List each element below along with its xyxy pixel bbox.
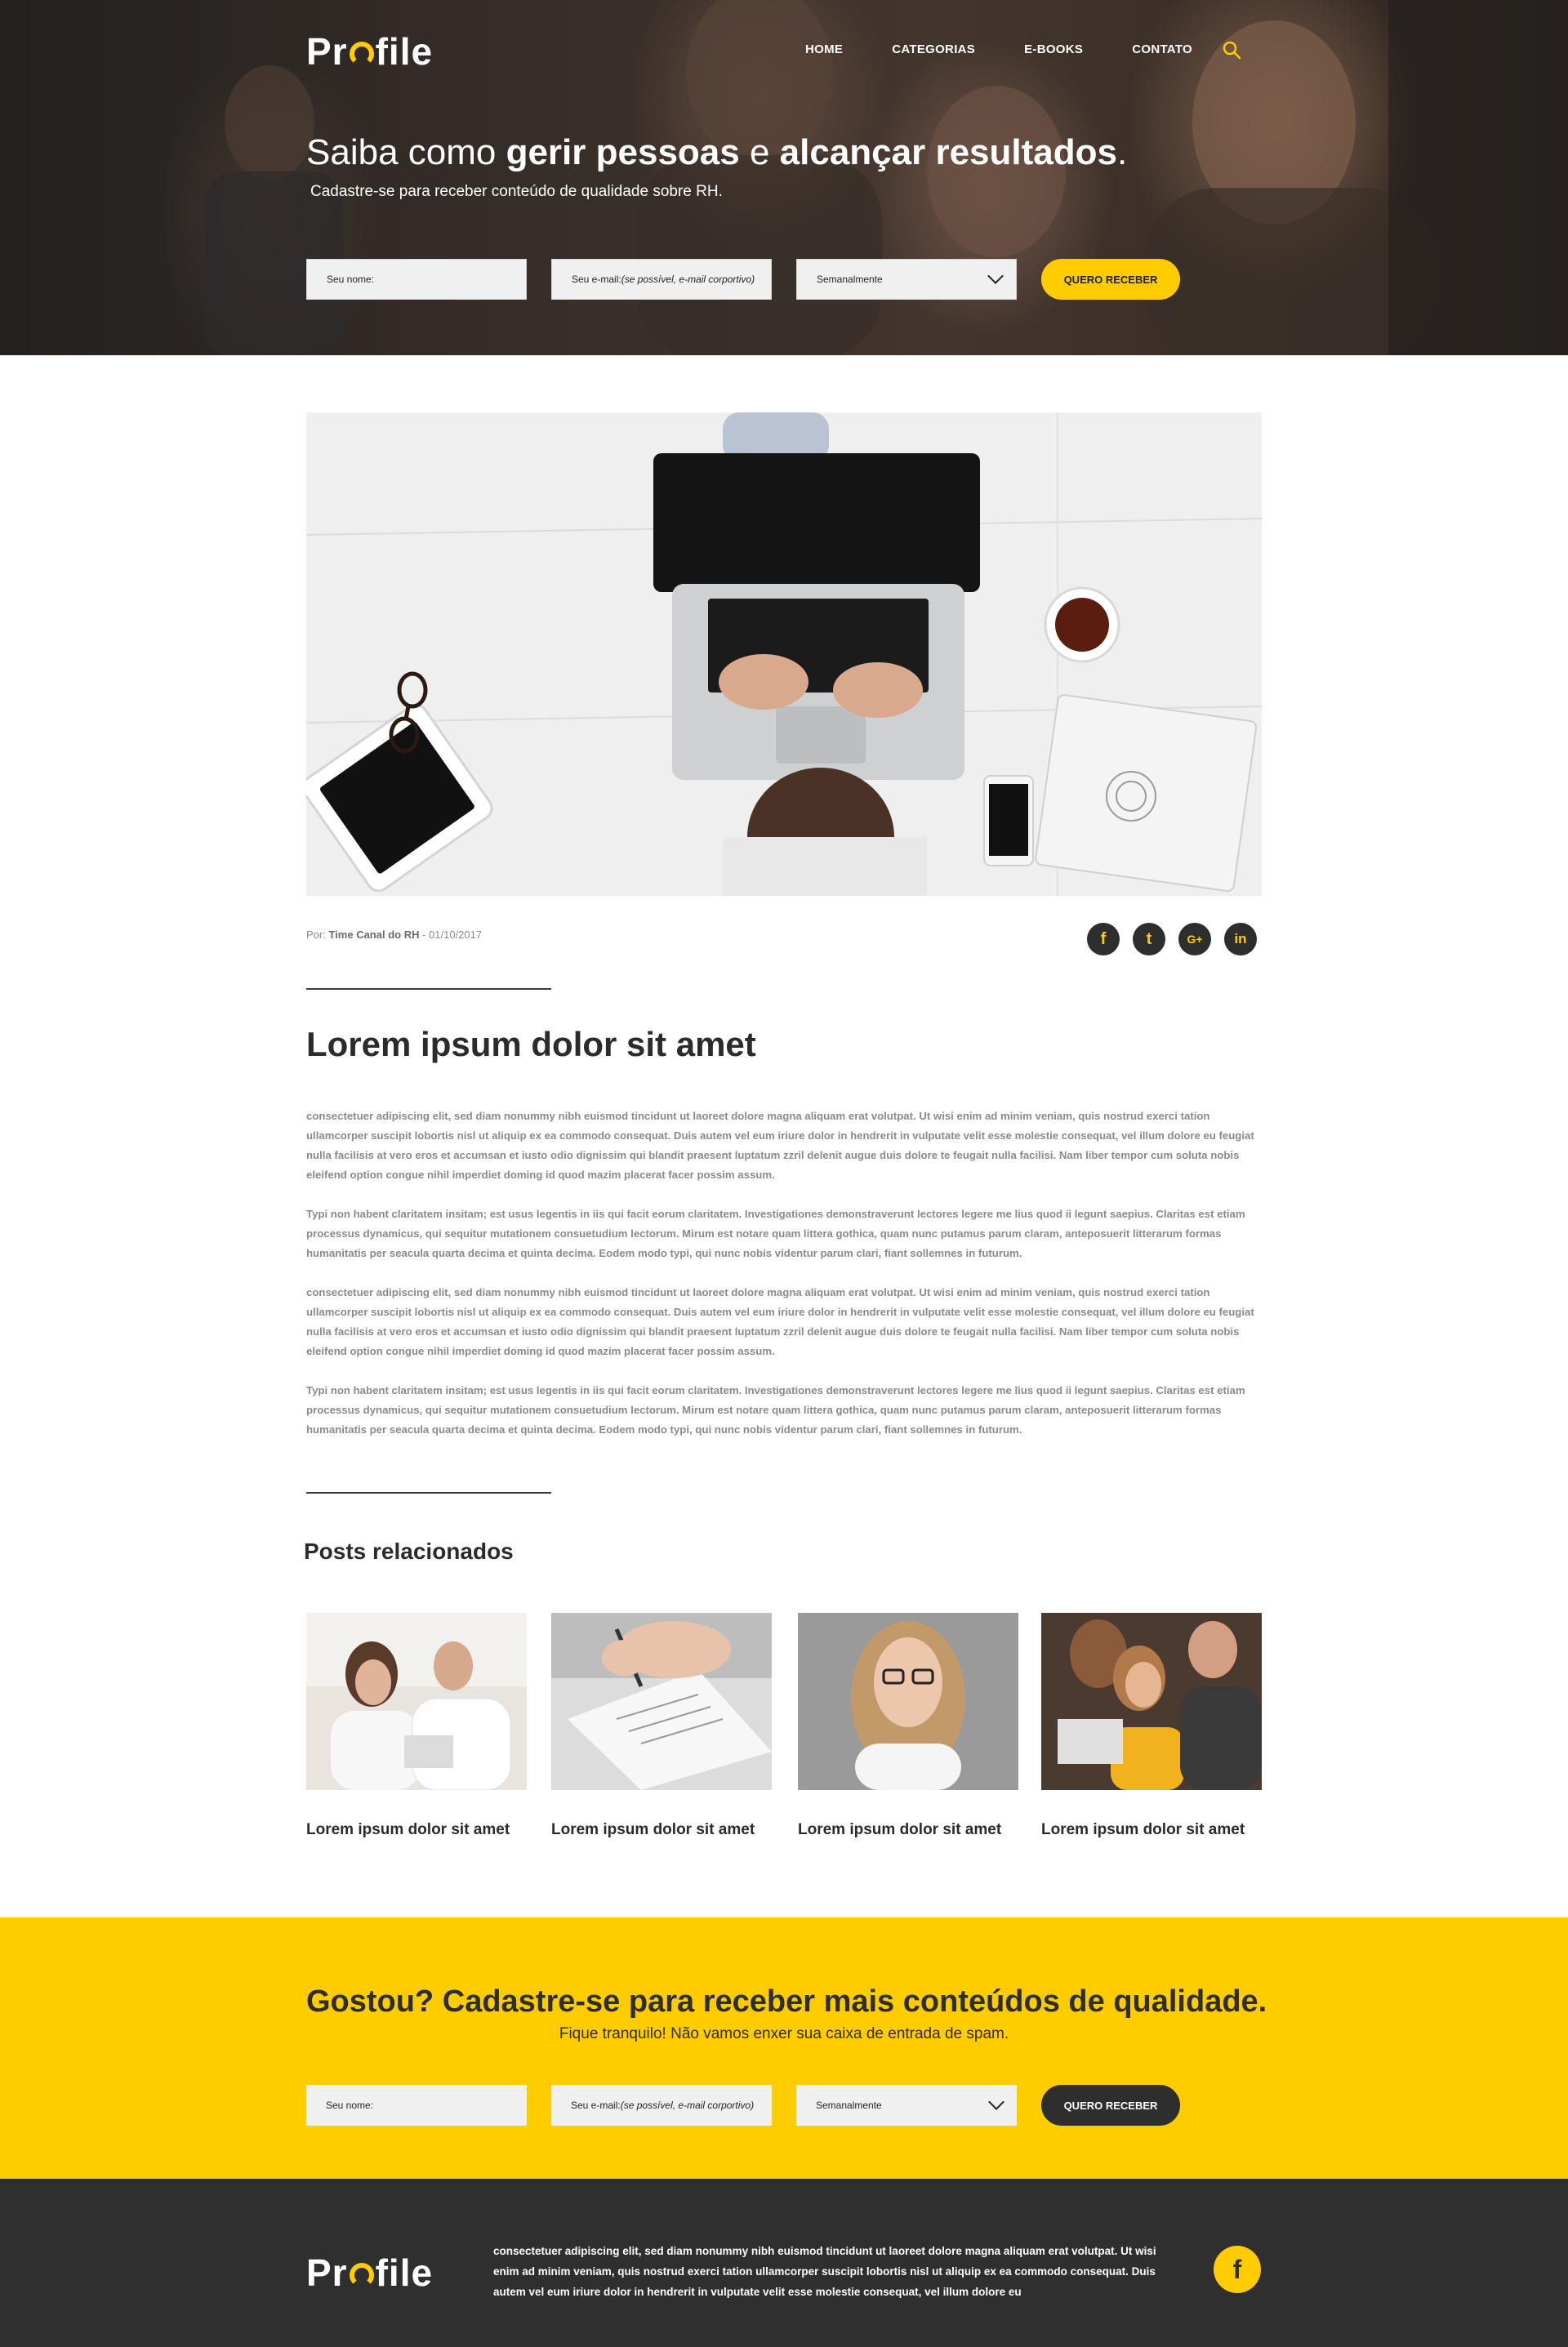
- newsletter-title: Gostou? Cadastre-se para receber mais co…: [306, 1984, 1267, 2019]
- newsletter-band: Gostou? Cadastre-se para receber mais co…: [0, 1917, 1568, 2179]
- body-paragraph: consectetuer adipiscing elit, sed diam n…: [306, 1110, 1254, 1181]
- footer-text: consectetuer adipiscing elit, sed diam n…: [493, 2245, 1156, 2298]
- related-post-card[interactable]: Lorem ipsum dolor sit amet: [551, 1613, 772, 1839]
- divider: [306, 1492, 551, 1494]
- hero-banner: Pr file HOME CATEGORIAS E-BOOKS CONTATO S…: [0, 0, 1568, 355]
- body-paragraph: Typi non habent claritatem insitam; est …: [306, 1208, 1245, 1259]
- related-post-thumbnail[interactable]: [798, 1613, 1018, 1790]
- hero-title: Saiba como gerir pessoas e alcançar resu…: [306, 132, 1127, 173]
- article-author[interactable]: Time Canal do RH: [328, 929, 419, 941]
- newsletter-subtitle: Fique tranquilo! Não vamos enxer sua cai…: [559, 2025, 1009, 2042]
- couple-photo: [306, 1613, 527, 1790]
- submit-button[interactable]: QUERO RECEBER: [1041, 2085, 1180, 2126]
- related-post-title[interactable]: Lorem ipsum dolor sit amet: [551, 1821, 772, 1839]
- frequency-select[interactable]: Semanalmente: [796, 259, 1017, 300]
- related-post-card[interactable]: Lorem ipsum dolor sit amet: [798, 1613, 1018, 1839]
- email-field-placeholder: Seu e-mail:: [571, 2100, 621, 2111]
- google-plus-icon[interactable]: G+: [1178, 923, 1211, 955]
- footer: Pr file consectetuer adipiscing elit, sed…: [0, 2179, 1568, 2347]
- related-posts-title: Posts relacionados: [304, 1539, 514, 1564]
- related-post-thumbnail[interactable]: [306, 1613, 527, 1790]
- body-paragraph: consectetuer adipiscing elit, sed diam n…: [306, 1286, 1254, 1357]
- logo-suffix: file: [375, 30, 434, 73]
- related-post-card[interactable]: Lorem ipsum dolor sit amet: [306, 1613, 527, 1839]
- logo-ring-icon: [349, 2263, 374, 2287]
- facebook-icon[interactable]: f: [1214, 2246, 1261, 2293]
- nav-contato[interactable]: CONTATO: [1132, 42, 1192, 56]
- chevron-down-icon: [988, 2094, 1004, 2110]
- post-body: consectetuer adipiscing elit, sed diam n…: [306, 1107, 1258, 1459]
- logo-ring-icon: [349, 42, 374, 66]
- email-field-hint: (se possível, e-mail corportivo): [621, 274, 755, 285]
- footer-logo[interactable]: Pr file: [306, 2251, 433, 2295]
- laptop-desk-illustration: [306, 412, 1262, 896]
- main-nav: HOME CATEGORIAS E-BOOKS CONTATO: [805, 42, 1241, 56]
- logo[interactable]: Pr file: [306, 29, 433, 73]
- signup-form-bottom: Seu nome: Seu e-mail: (se possível, e-ma…: [306, 2085, 1180, 2126]
- article-date: - 01/10/2017: [419, 929, 483, 941]
- logo-prefix: Pr: [306, 2251, 348, 2294]
- logo-prefix: Pr: [306, 30, 348, 73]
- name-field[interactable]: Seu nome:: [306, 2085, 527, 2126]
- woman-portrait-photo: [798, 1613, 1018, 1790]
- related-post-title[interactable]: Lorem ipsum dolor sit amet: [306, 1821, 527, 1839]
- signing-document-photo: [551, 1613, 772, 1790]
- facebook-icon[interactable]: f: [1087, 923, 1120, 955]
- email-field[interactable]: Seu e-mail: (se possível, e-mail corport…: [551, 259, 772, 300]
- frequency-value: Semanalmente: [817, 274, 883, 285]
- chevron-down-icon: [987, 268, 1004, 284]
- hero-title-part: e: [739, 132, 780, 172]
- signup-form-top: Seu nome: Seu e-mail: (se possível, e-ma…: [306, 259, 1180, 300]
- related-post-thumbnail[interactable]: [551, 1613, 772, 1790]
- name-field-placeholder: Seu nome:: [327, 274, 375, 285]
- hero-overlay: [0, 0, 1568, 355]
- email-field[interactable]: Seu e-mail: (se possível, e-mail corport…: [551, 2085, 772, 2126]
- hero-title-emphasis: alcançar resultados: [779, 132, 1117, 172]
- related-post-title[interactable]: Lorem ipsum dolor sit amet: [1041, 1821, 1262, 1839]
- email-field-hint: (se possível, e-mail corportivo): [620, 2100, 755, 2111]
- logo-suffix: file: [375, 2251, 434, 2294]
- name-field[interactable]: Seu nome:: [306, 259, 527, 300]
- hero-title-part: Saiba como: [306, 132, 506, 172]
- frequency-value: Semanalmente: [816, 2100, 882, 2111]
- hero-title-part: .: [1116, 132, 1128, 172]
- name-field-placeholder: Seu nome:: [326, 2100, 374, 2111]
- related-post-thumbnail[interactable]: [1041, 1613, 1262, 1790]
- search-icon[interactable]: [1222, 40, 1241, 60]
- related-post-title[interactable]: Lorem ipsum dolor sit amet: [798, 1821, 1018, 1839]
- submit-button[interactable]: QUERO RECEBER: [1041, 259, 1180, 300]
- article-meta: Por: Time Canal do RH - 01/10/2017: [306, 929, 482, 941]
- hero-title-emphasis: gerir pessoas: [506, 132, 740, 172]
- nav-ebooks[interactable]: E-BOOKS: [1024, 42, 1083, 56]
- hero-subtitle: Cadastre-se para receber conteúdo de qua…: [310, 183, 723, 200]
- frequency-select[interactable]: Semanalmente: [796, 2085, 1017, 2126]
- divider: [306, 988, 551, 990]
- body-paragraph: Typi non habent claritatem insitam; est …: [306, 1384, 1245, 1436]
- social-share: f t G+ in: [1087, 923, 1270, 955]
- email-field-placeholder: Seu e-mail:: [572, 274, 621, 285]
- meta-prefix: Por:: [306, 929, 329, 941]
- post-title: Lorem ipsum dolor sit amet: [306, 1025, 756, 1063]
- team-laptop-photo: [1041, 1613, 1262, 1790]
- nav-categorias[interactable]: CATEGORIAS: [892, 42, 975, 56]
- linkedin-icon[interactable]: in: [1224, 923, 1257, 955]
- twitter-icon[interactable]: t: [1133, 923, 1165, 955]
- related-post-card[interactable]: Lorem ipsum dolor sit amet: [1041, 1613, 1262, 1839]
- nav-home[interactable]: HOME: [805, 42, 843, 56]
- feature-image: [306, 412, 1262, 896]
